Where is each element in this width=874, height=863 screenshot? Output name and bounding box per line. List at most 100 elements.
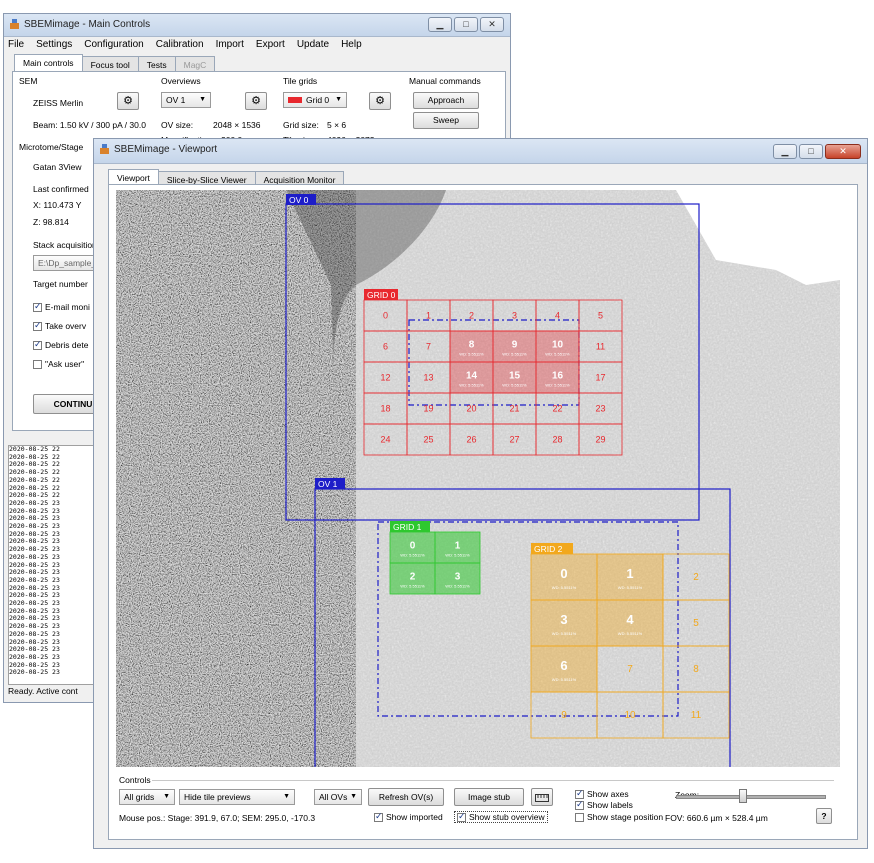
show-labels-checkbox[interactable]: Show labels xyxy=(575,799,633,810)
menu-export[interactable]: Export xyxy=(256,39,285,50)
stage-z: Z: 98.814 xyxy=(33,217,69,227)
menu-configuration[interactable]: Configuration xyxy=(84,39,143,50)
show-stage-position-checkbox[interactable]: Show stage position xyxy=(575,812,663,822)
viewport-canvas[interactable]: OV 0 OV 1 GRID 0 0 1 2 3 4 5 6 7 8 WD: 5.5511% 9 WD: 5… xyxy=(116,190,840,767)
grid0-tile-number: 28 xyxy=(552,435,562,445)
minimize-icon: ▁ xyxy=(781,146,789,156)
checkbox-label: "Ask user" xyxy=(45,359,85,369)
grid0-tile-number: 6 xyxy=(383,342,388,352)
grids-select[interactable]: All grids ▼ xyxy=(119,789,175,805)
grid1-tile-sub: WD: 5.5511% xyxy=(445,553,470,558)
sem-settings-button[interactable]: ⚙ xyxy=(117,92,139,110)
checkbox-icon xyxy=(33,359,42,369)
grid0-tile-number: 9 xyxy=(512,340,518,351)
ov-settings-button[interactable]: ⚙ xyxy=(245,92,267,110)
grid0-tile-number: 29 xyxy=(595,435,605,445)
tile-previews-select-value: Hide tile previews xyxy=(184,792,251,802)
refresh-ovs-button[interactable]: Refresh OV(s) xyxy=(368,788,444,806)
microtome-model: Gatan 3View xyxy=(33,162,82,172)
grid0-tile-number: 5 xyxy=(598,311,603,321)
help-button[interactable]: ? xyxy=(816,808,832,824)
ov-size-label: OV size: xyxy=(161,120,194,130)
grid2-tile-number: 8 xyxy=(693,664,699,675)
close-button[interactable]: ✕ xyxy=(825,144,861,159)
grid2-tile-number: 7 xyxy=(627,664,633,675)
menu-update[interactable]: Update xyxy=(297,39,329,50)
maximize-button[interactable]: □ xyxy=(454,17,478,32)
grid1-tile-sub: WD: 5.5511% xyxy=(400,553,425,558)
grid0-tile-number: 24 xyxy=(380,435,390,445)
take-overviews-checkbox[interactable]: Take overv xyxy=(33,320,86,331)
menu-help[interactable]: Help xyxy=(341,39,362,50)
debris-detection-checkbox[interactable]: Debris dete xyxy=(33,339,88,350)
grid0-tile-number: 26 xyxy=(466,435,476,445)
grid0-tile-number: 3 xyxy=(512,311,517,321)
grid0-tile-number: 12 xyxy=(380,373,390,383)
gear-icon: ⚙ xyxy=(251,95,261,107)
tile-grids-heading: Tile grids xyxy=(283,76,318,86)
stack-path-value: E:\Dp_sample_ xyxy=(38,258,97,268)
tile-previews-select[interactable]: Hide tile previews ▼ xyxy=(179,789,295,805)
checkbox-label: Show imported xyxy=(386,812,443,822)
ov-select-value: OV 1 xyxy=(166,95,186,105)
microtome-heading: Microtome/Stage xyxy=(19,142,84,152)
stack-heading: Stack acquisition xyxy=(33,240,97,250)
grid-settings-button[interactable]: ⚙ xyxy=(369,92,391,110)
menu-import[interactable]: Import xyxy=(216,39,244,50)
main-controls-titlebar[interactable]: SBEMimage - Main Controls ▁ □ ✕ xyxy=(4,14,510,37)
close-button[interactable]: ✕ xyxy=(480,17,504,32)
menu-file[interactable]: File xyxy=(8,39,24,50)
maximize-button[interactable]: □ xyxy=(799,144,823,159)
controls-heading: Controls xyxy=(119,775,151,785)
grid0-tile-number: 25 xyxy=(423,435,433,445)
close-icon: ✕ xyxy=(488,19,496,29)
grid2-tile-number: 11 xyxy=(691,710,702,721)
ruler-icon xyxy=(535,794,549,802)
zoom-slider-handle[interactable] xyxy=(739,789,747,803)
grid0-tile-number: 1 xyxy=(426,311,431,321)
minimize-button[interactable]: ▁ xyxy=(773,144,797,159)
viewport-titlebar[interactable]: SBEMimage - Viewport ▁ □ ✕ xyxy=(94,139,867,164)
grid0-tile-number: 13 xyxy=(423,373,433,383)
show-stub-overview-checkbox[interactable]: Show stub overview xyxy=(454,811,548,823)
grid0-tile-number: 22 xyxy=(552,404,562,414)
show-axes-checkbox[interactable]: Show axes xyxy=(575,788,629,799)
grid1-tile-number: 1 xyxy=(455,541,461,552)
ov-size-value: 2048 × 1536 xyxy=(213,120,261,130)
minimize-button[interactable]: ▁ xyxy=(428,17,452,32)
grid0-tile-number: 8 xyxy=(469,340,475,351)
checkbox-icon xyxy=(33,320,42,331)
grid2-tile-sub: WD: 5.5511% xyxy=(618,631,643,636)
menu-settings[interactable]: Settings xyxy=(36,39,72,50)
sweep-button[interactable]: Sweep xyxy=(413,112,479,129)
grid-select[interactable]: Grid 0 ▼ xyxy=(283,92,347,108)
menu-calibration[interactable]: Calibration xyxy=(156,39,204,50)
grid0-tile-number: 23 xyxy=(595,404,605,414)
email-monitoring-checkbox[interactable]: E-mail moni xyxy=(33,301,90,312)
zoom-slider[interactable] xyxy=(676,785,826,805)
grid0-tile-number: 17 xyxy=(595,373,605,383)
fov-readout: FOV: 660.6 µm × 528.4 µm xyxy=(665,813,768,823)
show-imported-checkbox[interactable]: Show imported xyxy=(374,811,443,822)
last-confirmed-label: Last confirmed xyxy=(33,184,89,194)
checkbox-icon xyxy=(575,812,584,822)
chevron-down-icon: ▼ xyxy=(335,96,342,103)
ovs-select[interactable]: All OVs ▼ xyxy=(314,789,362,805)
grid-select-value: Grid 0 xyxy=(306,95,330,105)
image-stub-button[interactable]: Image stub xyxy=(454,788,524,806)
grid0-tile-number: 2 xyxy=(469,311,474,321)
approach-button[interactable]: Approach xyxy=(413,92,479,109)
grid-color-swatch xyxy=(288,97,302,103)
checkbox-label: Show axes xyxy=(587,789,629,799)
ov-select[interactable]: OV 1 ▼ xyxy=(161,92,211,108)
log-output[interactable]: 2020-08-25 22 2020-08-25 22 2020-08-25 22 2… xyxy=(8,445,98,685)
checkbox-icon xyxy=(374,811,383,822)
grid1-tile-number: 3 xyxy=(455,572,461,583)
maximize-icon: □ xyxy=(463,19,469,29)
grid2-tile-sub: WD: 5.5511% xyxy=(552,631,577,636)
menu-bar: File Settings Configuration Calibration … xyxy=(8,36,362,52)
maximize-icon: □ xyxy=(808,146,814,156)
ask-user-checkbox[interactable]: "Ask user" xyxy=(33,359,84,369)
measure-button[interactable] xyxy=(531,788,553,806)
grids-select-value: All grids xyxy=(124,792,155,802)
